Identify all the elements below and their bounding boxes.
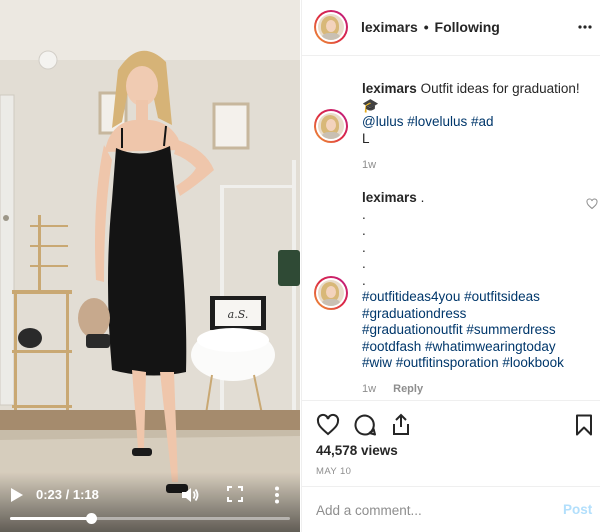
- avatar[interactable]: [314, 10, 348, 44]
- hashtag-line[interactable]: #graduationoutfit #summerdress: [362, 322, 556, 337]
- header-user-line: leximars • Following: [361, 19, 500, 35]
- caption: leximars Outfit ideas for graduation!🎓 @…: [362, 81, 594, 131]
- volume-icon[interactable]: [180, 485, 200, 505]
- post-sidebar: leximars • Following leximars Outfit ide…: [301, 0, 600, 532]
- comment-hashtags: #outfitideas4you #outfitsideas #graduati…: [362, 289, 594, 372]
- comment-input[interactable]: [316, 501, 546, 519]
- hashtag-line[interactable]: #ootdfash #whatimwearingtoday: [362, 339, 556, 354]
- caption-username[interactable]: leximars: [362, 81, 417, 96]
- comment-meta: 1w Reply: [362, 383, 423, 395]
- comment-age: 1w: [362, 383, 377, 395]
- views-count[interactable]: 44,578 views: [316, 443, 398, 458]
- comment-dots: leximars . . . . . .: [362, 190, 594, 289]
- comment-text: .: [420, 190, 425, 205]
- fullscreen-icon[interactable]: [227, 486, 243, 502]
- dot-line: .: [362, 272, 366, 288]
- follow-status-button[interactable]: Following: [435, 19, 500, 35]
- heart-icon[interactable]: [316, 413, 340, 437]
- hashtag-line[interactable]: #graduationdress: [362, 306, 466, 321]
- heart-icon[interactable]: [586, 198, 598, 210]
- video-controls-overlay: [0, 472, 300, 532]
- post-date[interactable]: MAY 10: [316, 466, 351, 477]
- video-frame: a.S.: [0, 0, 300, 532]
- caption-mentions[interactable]: @lulus #lovelulus #ad: [362, 114, 494, 129]
- video-time-display: 0:23 / 1:18: [36, 487, 99, 502]
- more-horizontal-icon[interactable]: [578, 25, 592, 29]
- comment-username[interactable]: leximars: [362, 190, 417, 205]
- reply-button[interactable]: Reply: [393, 383, 423, 395]
- dot-line: .: [362, 206, 366, 222]
- video-progress-track[interactable]: [10, 513, 290, 524]
- play-icon[interactable]: [10, 487, 24, 503]
- more-vertical-icon[interactable]: [274, 486, 280, 504]
- add-comment-bar: Post: [302, 486, 600, 532]
- header-username[interactable]: leximars: [361, 19, 418, 35]
- bookmark-icon[interactable]: [572, 413, 596, 437]
- hashtag-line[interactable]: #wiw #outfitinsporation #lookbook: [362, 355, 564, 370]
- dot-line: .: [362, 223, 366, 238]
- header-separator: •: [423, 19, 429, 35]
- dot-line: .: [362, 239, 366, 255]
- avatar[interactable]: [314, 276, 348, 310]
- post-button[interactable]: Post: [563, 502, 592, 517]
- hashtag-line[interactable]: #outfitideas4you #outfitsideas: [362, 289, 540, 304]
- post-actions: 44,578 views MAY 10: [302, 400, 600, 486]
- comment-age: 1w: [362, 159, 377, 171]
- share-icon[interactable]: [389, 413, 413, 437]
- comment-text: L: [362, 131, 370, 146]
- post-header: leximars • Following: [302, 0, 600, 56]
- comment-icon[interactable]: [353, 413, 377, 437]
- comments-list: leximars Outfit ideas for graduation!🎓 @…: [302, 57, 600, 400]
- video-player[interactable]: a.S. 0:23 / 1:18: [0, 0, 300, 532]
- dot-line: .: [362, 256, 366, 271]
- video-progress-fill: [10, 517, 92, 520]
- video-sign-text: a.S.: [228, 308, 249, 321]
- avatar[interactable]: [314, 109, 348, 143]
